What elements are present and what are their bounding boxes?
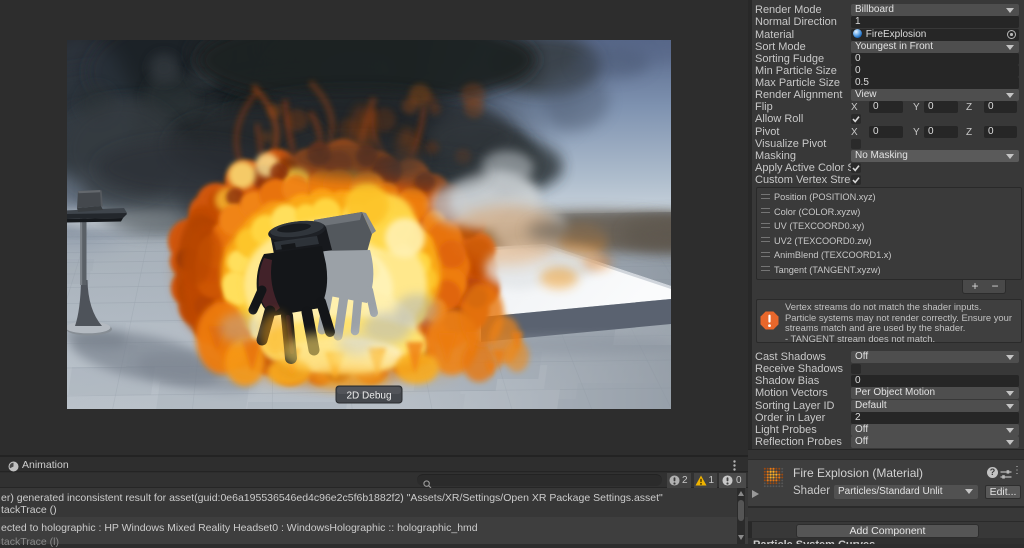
svg-text:2D Debug: 2D Debug (346, 391, 391, 402)
